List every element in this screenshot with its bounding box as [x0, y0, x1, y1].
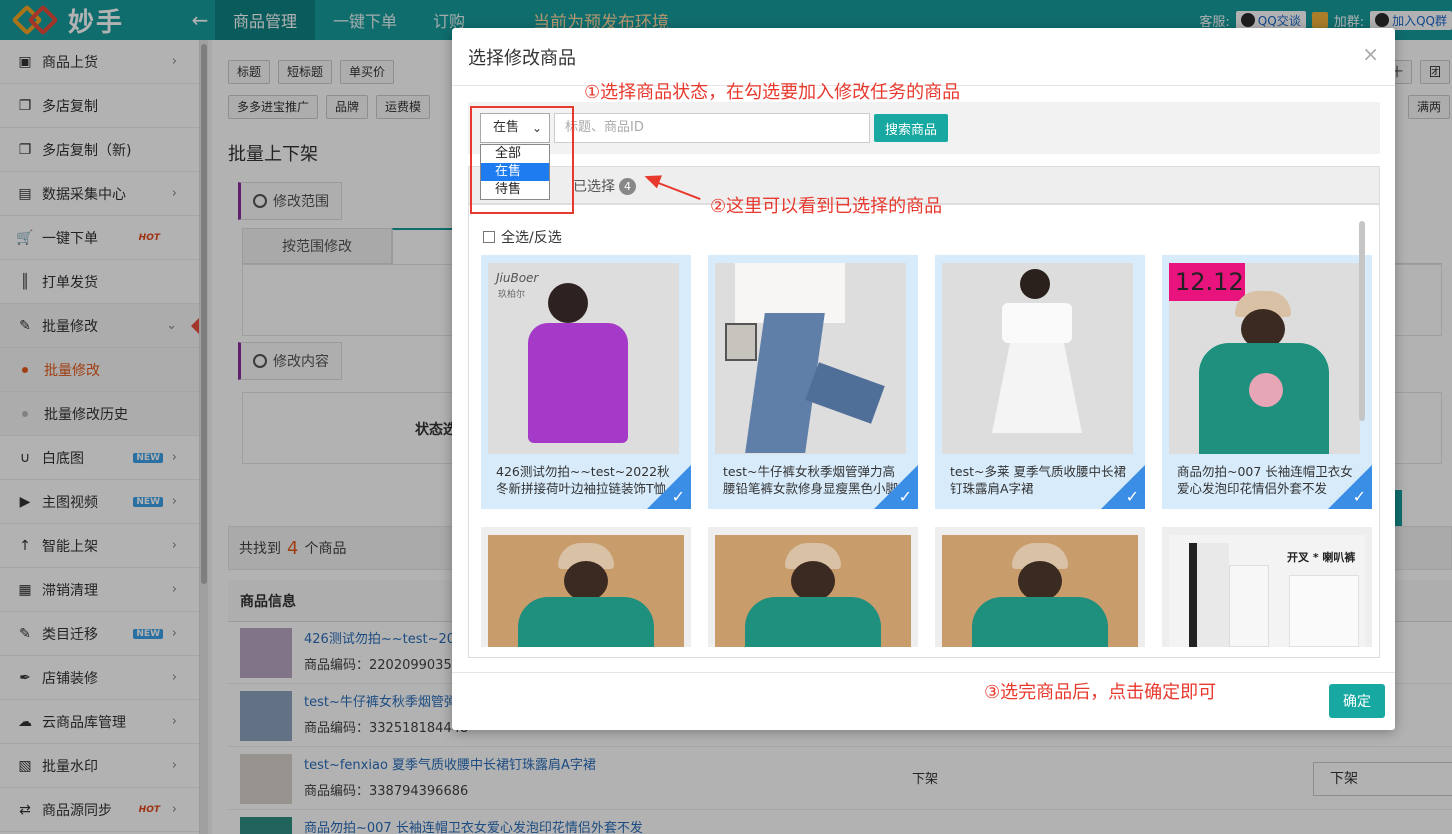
model-head-shape: [1018, 561, 1062, 601]
product-image: 12.12: [1169, 263, 1360, 454]
tab-selected-label: 已选择: [573, 179, 615, 195]
product-image: [715, 263, 906, 454]
model-head-shape: [791, 561, 835, 601]
jeans-leg-shape: [805, 362, 885, 424]
product-image: [715, 535, 911, 647]
white-dress-shape: [992, 343, 1082, 433]
product-card[interactable]: 12.12 商品勿拍~007 长袖连帽卫衣女爱心发泡印花情侣外套不发 ✓: [1162, 255, 1372, 509]
check-icon: ✓: [898, 487, 912, 506]
annotation-step1: ①选择商品状态，在勾选要加入修改任务的商品: [584, 82, 961, 103]
product-image: [942, 535, 1138, 647]
check-icon: ✓: [1352, 487, 1366, 506]
promo-text: 开叉 * 喇叭裤: [1287, 551, 1356, 564]
product-grid: 全选/反选 JiuBoer 玖柏尔 426测试勿拍~~test~2022秋冬新拼…: [468, 204, 1380, 658]
product-image: [488, 535, 684, 647]
green-hoodie-shape: [745, 597, 881, 647]
purple-dress-shape: [528, 323, 628, 443]
model-head-shape: [548, 283, 588, 323]
white-top-shape: [1002, 303, 1072, 343]
check-icon: ✓: [1125, 487, 1139, 506]
select-all-label: 全选/反选: [501, 230, 562, 246]
search-button[interactable]: 搜索商品: [874, 114, 948, 142]
check-icon: ✓: [671, 487, 685, 506]
white-pants-shape: [1229, 565, 1269, 647]
annotation-step2: ②这里可以看到已选择的商品: [710, 196, 943, 217]
product-card[interactable]: test~牛仔裤女秋季烟管弹力高腰铅笔裤女款修身显瘦黑色小脚 ✓: [708, 255, 918, 509]
brand-logo: JiuBoer: [496, 271, 539, 285]
green-hoodie-shape: [518, 597, 654, 647]
bag-shape: [725, 323, 757, 361]
product-image: JiuBoer 玖柏尔: [488, 263, 679, 454]
product-image: 开叉 * 喇叭裤: [1169, 535, 1365, 647]
selected-count-badge: 4: [619, 177, 636, 195]
search-input[interactable]: 标题、商品ID: [554, 113, 870, 143]
product-card[interactable]: [935, 527, 1145, 647]
annotation-step3: ③选完商品后，点击确定即可: [984, 682, 1217, 703]
modal-footer-divider: [452, 672, 1395, 673]
promo-tag: 12.12: [1169, 263, 1245, 301]
product-card[interactable]: test~多莱 夏季气质收腰中长裙钉珠露肩A字裙 ✓: [935, 255, 1145, 509]
heart-print-shape: [1249, 373, 1283, 407]
product-card[interactable]: [481, 527, 691, 647]
product-card[interactable]: [708, 527, 918, 647]
tab-selected[interactable]: 已选择 4: [573, 167, 636, 205]
select-all-checkbox[interactable]: [483, 231, 495, 243]
close-icon[interactable]: ×: [1362, 42, 1379, 66]
confirm-button[interactable]: 确定: [1329, 684, 1385, 718]
select-product-modal: 选择修改商品 × 在售 ⌄ 标题、商品ID 搜索商品 已选择 4 全选/反选 Jiu…: [452, 28, 1395, 730]
search-bar: 在售 ⌄ 标题、商品ID 搜索商品: [468, 102, 1380, 154]
model-head-shape: [564, 561, 608, 601]
product-card[interactable]: 开叉 * 喇叭裤: [1162, 527, 1372, 647]
product-card[interactable]: JiuBoer 玖柏尔 426测试勿拍~~test~2022秋冬新拼接荷叶边袖拉…: [481, 255, 691, 509]
select-all-toggle[interactable]: 全选/反选: [483, 227, 562, 247]
brand-sub: 玖柏尔: [498, 290, 526, 300]
annotation-highlight-box: [470, 106, 574, 214]
grid-scrollbar-thumb[interactable]: [1359, 221, 1365, 421]
model-shape: [1189, 543, 1229, 647]
pants-detail-shape: [1289, 575, 1359, 647]
green-hoodie-shape: [972, 597, 1108, 647]
model-head-shape: [1020, 269, 1050, 299]
product-image: [942, 263, 1133, 454]
